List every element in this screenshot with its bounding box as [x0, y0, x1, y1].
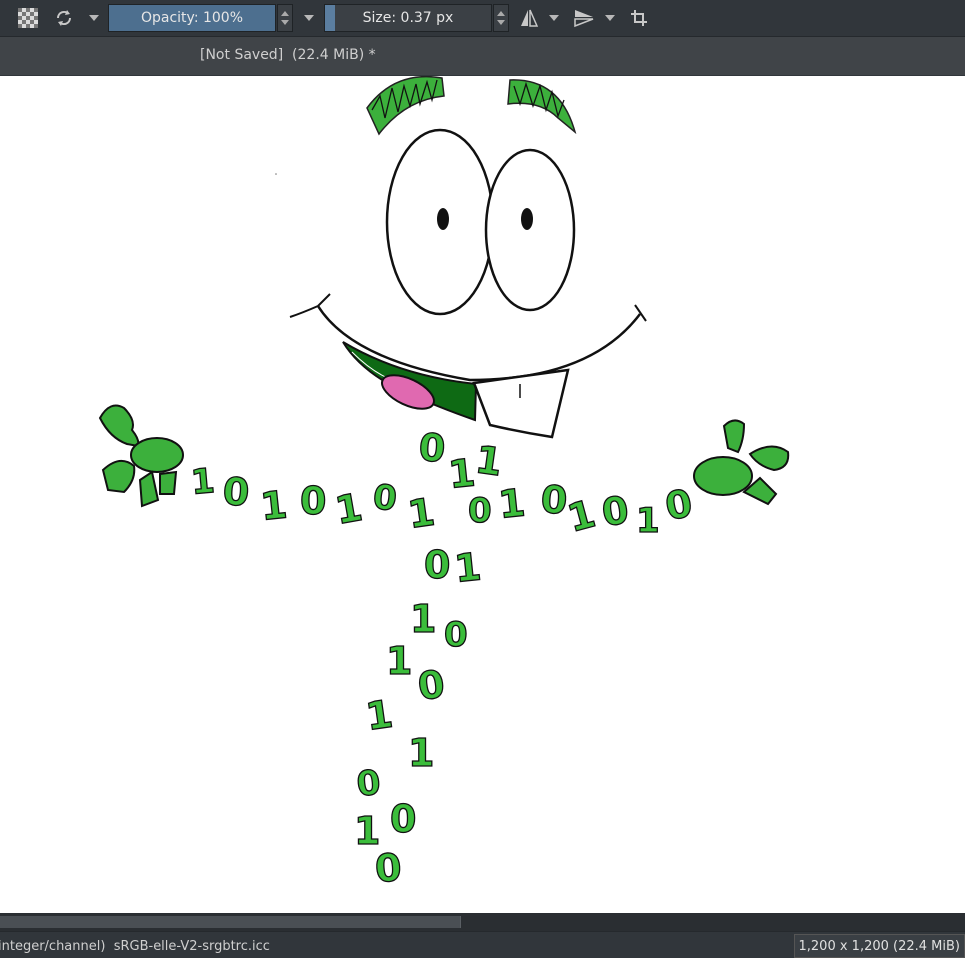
binary-digit: 1: [563, 491, 600, 540]
left-eyebrow: [367, 77, 444, 134]
size-slider-fill: [325, 5, 335, 31]
size-label: Size: 0.37 px: [363, 10, 454, 26]
binary-digit: 0: [221, 469, 250, 515]
binary-digit: 0: [371, 477, 399, 519]
opacity-spinbox[interactable]: [277, 4, 293, 32]
document-title[interactable]: [Not Saved] (22.4 MiB) *: [200, 47, 376, 63]
binary-digit: 1: [446, 450, 477, 497]
binary-digit: 1: [405, 490, 437, 537]
drawing-canvas[interactable]: 10101010110101010011010110100: [0, 76, 965, 913]
checkerboard-icon[interactable]: [18, 8, 38, 28]
size-slider[interactable]: Size: 0.37 px: [324, 4, 492, 32]
binary-digit: 0: [355, 763, 383, 805]
binary-digit: 0: [599, 488, 631, 535]
left-hand: [100, 406, 183, 506]
reload-dropdown-icon[interactable]: [86, 0, 102, 36]
crop-icon[interactable]: [626, 0, 652, 36]
binary-digit: 1: [410, 597, 436, 641]
right-eyebrow: [508, 80, 575, 132]
mirror-vertical-dropdown-icon[interactable]: [602, 0, 618, 36]
binary-digit: 0: [374, 845, 403, 891]
binary-digit: 0: [415, 662, 447, 709]
scrollbar-thumb[interactable]: [0, 916, 461, 928]
binary-digit: 1: [496, 480, 527, 527]
opacity-slider[interactable]: Opacity: 100%: [108, 4, 276, 32]
opacity-label: Opacity: 100%: [141, 10, 243, 26]
binary-digit: 1: [473, 437, 505, 484]
binary-digit: 1: [452, 544, 483, 591]
binary-digit: 1: [363, 692, 395, 739]
mouth: [290, 294, 646, 437]
binary-digit: 0: [662, 481, 696, 529]
image-size-info[interactable]: 1,200 x 1,200 (22.4 MiB): [794, 934, 965, 958]
horizontal-scrollbar[interactable]: [0, 913, 965, 931]
color-profile-info: integer/channel) sRGB-elle-V2-srgbtrc.ic…: [0, 939, 270, 954]
reload-icon[interactable]: [50, 0, 78, 36]
binary-digit: 0: [444, 615, 468, 655]
document-tab-bar: [Not Saved] (22.4 MiB) *: [0, 37, 965, 75]
binary-digit: 1: [636, 501, 660, 541]
binary-digit: 0: [424, 543, 450, 587]
binary-digit: 0: [390, 797, 416, 841]
right-hand: [694, 420, 788, 504]
binary-digit: 1: [332, 485, 366, 533]
size-spinbox[interactable]: [493, 4, 509, 32]
tool-options-toolbar: Opacity: 100% Size: 0.37 px: [0, 0, 965, 37]
binary-digit: 1: [408, 731, 434, 775]
binary-digit: 0: [468, 491, 492, 531]
left-eye: [387, 130, 493, 314]
mirror-horizontal-icon[interactable]: [516, 0, 542, 36]
status-bar: integer/channel) sRGB-elle-V2-srgbtrc.ic…: [0, 931, 965, 958]
binary-digit: 0: [300, 479, 326, 523]
right-eye: [486, 150, 574, 310]
binary-digits: 10101010110101010011010110100: [189, 425, 695, 891]
binary-digit: 1: [386, 639, 412, 683]
mirror-vertical-icon[interactable]: [570, 0, 598, 36]
binary-digit: 0: [417, 425, 446, 471]
mirror-horizontal-dropdown-icon[interactable]: [546, 0, 562, 36]
opacity-dropdown-icon[interactable]: [300, 0, 318, 36]
binary-digit: 1: [258, 482, 289, 529]
binary-digit: 1: [189, 461, 216, 503]
artwork: 10101010110101010011010110100: [0, 76, 965, 913]
